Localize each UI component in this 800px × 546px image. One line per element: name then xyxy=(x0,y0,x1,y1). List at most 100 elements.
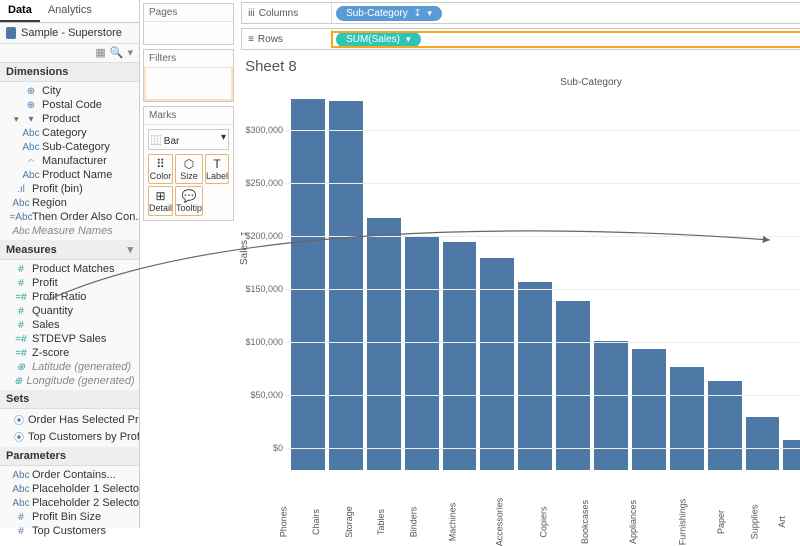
mark-card-label: Tooltip xyxy=(176,203,202,213)
dimensions-label: Dimensions xyxy=(6,66,68,78)
sets-list: ⦿Order Has Selected Pro...⦿Top Customers… xyxy=(0,409,139,447)
field-type-icon: 𝄐 xyxy=(24,156,38,167)
field-profit-bin-size[interactable]: #Profit Bin Size xyxy=(0,510,139,524)
search-icon[interactable]: 🔍 xyxy=(110,46,124,60)
field-stdevp-sales[interactable]: =# STDEVP Sales xyxy=(0,332,139,346)
field-label: Then Order Also Con... xyxy=(32,211,139,223)
view-grid-icon[interactable]: ▦ xyxy=(95,46,105,60)
field-latitude-generated[interactable]: ⊕Latitude (generated) xyxy=(0,360,139,374)
field-label: Measure Names xyxy=(32,225,113,237)
marks-type-select[interactable]: ⿲ Bar ▾ xyxy=(148,129,229,150)
field-label: Manufacturer xyxy=(42,155,107,167)
mark-color[interactable]: ⠿Color xyxy=(148,154,173,184)
field-placeholder-2-selector[interactable]: AbcPlaceholder 2 Selector xyxy=(0,496,139,510)
caret-icon[interactable]: ▾ xyxy=(14,114,22,125)
field-profit-bin[interactable]: .ılProfit (bin) xyxy=(0,182,139,196)
mark-card-label: Label xyxy=(206,171,228,181)
y-tick: $0 xyxy=(273,443,283,453)
bar-tables[interactable] xyxy=(405,237,439,470)
x-tick: Appliances xyxy=(628,500,684,544)
field-label: Profit Ratio xyxy=(32,291,86,303)
bar-supplies[interactable] xyxy=(746,417,780,470)
measures-header: Measures ▾ xyxy=(0,240,139,260)
cards-column: Pages Filters Marks ⿲ Bar ▾ ⠿Color⬡SizeT… xyxy=(140,0,237,528)
bar-art[interactable] xyxy=(783,440,800,470)
field-type-icon: =# xyxy=(14,348,28,359)
field-label: Latitude (generated) xyxy=(32,361,131,373)
field-quantity[interactable]: # Quantity xyxy=(0,304,139,318)
field-label: Quantity xyxy=(32,305,73,317)
bar-furnishings[interactable] xyxy=(670,367,704,470)
field-label: City xyxy=(42,85,61,97)
field-type-icon: # xyxy=(14,306,28,317)
bar-appliances[interactable] xyxy=(632,349,666,470)
pill-sum-sales[interactable]: SUM(Sales) ▾ xyxy=(336,32,420,47)
field-measure-names[interactable]: Abc Measure Names xyxy=(0,224,139,238)
data-pane: Data Analytics Sample - Superstore ▦ 🔍 ▾… xyxy=(0,0,140,528)
bar-copiers[interactable] xyxy=(556,301,590,470)
field-sales[interactable]: #Sales xyxy=(0,318,139,332)
field-label: Order Contains... xyxy=(32,469,116,481)
field-placeholder-1-selector[interactable]: AbcPlaceholder 1 Selector xyxy=(0,482,139,496)
field-top-customers-by-profit[interactable]: ⦿Top Customers by Profit xyxy=(0,428,139,445)
field-profit-ratio[interactable]: =#Profit Ratio xyxy=(0,290,139,304)
bar-accessories[interactable] xyxy=(518,282,552,470)
field-longitude-generated[interactable]: ⊕Longitude (generated) xyxy=(0,374,139,388)
field-then-order-also-con[interactable]: =Abc Then Order Also Con... xyxy=(0,210,139,224)
menu-caret-icon[interactable]: ▾ xyxy=(127,46,133,60)
bar-storage[interactable] xyxy=(367,218,401,470)
field-type-icon: # xyxy=(14,512,28,523)
chart-plot[interactable] xyxy=(285,88,800,470)
field-category[interactable]: AbcCategory xyxy=(0,126,139,140)
bar-binders[interactable] xyxy=(443,242,477,470)
mark-tooltip[interactable]: 💬Tooltip xyxy=(175,186,203,216)
chart-title: Sub-Category xyxy=(245,77,800,88)
field-type-icon: ⦿ xyxy=(14,412,24,427)
tooltip-icon: 💬 xyxy=(176,189,202,203)
field-label: STDEVP Sales xyxy=(32,333,106,345)
pill-dropdown-icon[interactable]: ▾ xyxy=(406,34,411,45)
mark-size[interactable]: ⬡Size xyxy=(175,154,203,184)
bar-chairs[interactable] xyxy=(329,101,363,470)
tab-analytics[interactable]: Analytics xyxy=(40,0,100,22)
field-type-icon: Abc xyxy=(14,226,28,237)
y-tick: $200,000 xyxy=(246,231,284,241)
pill-sub-category[interactable]: Sub-Category ↧ ▾ xyxy=(336,6,442,21)
field-order-has-selected-pro[interactable]: ⦿Order Has Selected Pro... xyxy=(0,411,139,428)
field-type-icon: ⦿ xyxy=(14,429,24,444)
marks-header: Marks xyxy=(144,107,233,125)
pages-card[interactable]: Pages xyxy=(143,3,234,45)
mark-label[interactable]: TLabel xyxy=(205,154,229,184)
field-product[interactable]: ▾▾Product xyxy=(0,112,139,126)
field-product-matches[interactable]: #Product Matches xyxy=(0,262,139,276)
pill-dropdown-icon[interactable]: ▾ xyxy=(427,8,432,19)
field-city[interactable]: ⊕City xyxy=(0,84,139,98)
field-type-icon: # xyxy=(14,320,28,331)
filters-card[interactable]: Filters xyxy=(143,49,234,102)
field-product-name[interactable]: AbcProduct Name xyxy=(0,168,139,182)
field-sub-category[interactable]: AbcSub-Category xyxy=(0,140,139,154)
field-region[interactable]: AbcRegion xyxy=(0,196,139,210)
sheet-title[interactable]: Sheet 8 xyxy=(245,58,800,75)
field-z-score[interactable]: =#Z-score xyxy=(0,346,139,360)
rows-shelf[interactable]: ≡Rows SUM(Sales) ▾ xyxy=(241,28,800,50)
field-postal-code[interactable]: ⊕Postal Code xyxy=(0,98,139,112)
field-type-icon: =# xyxy=(14,334,28,345)
field-manufacturer[interactable]: 𝄐 Manufacturer xyxy=(0,154,139,168)
datasource-row[interactable]: Sample - Superstore xyxy=(0,23,139,44)
tab-data[interactable]: Data xyxy=(0,0,40,22)
bar-phones[interactable] xyxy=(291,99,325,470)
pill-label: SUM(Sales) xyxy=(346,34,400,45)
field-top-customers[interactable]: #Top Customers xyxy=(0,524,139,538)
field-type-icon: =Abc xyxy=(14,212,28,223)
bar-bookcases[interactable] xyxy=(594,341,628,470)
mark-detail[interactable]: ⊞Detail xyxy=(148,186,173,216)
filters-header: Filters xyxy=(144,50,233,68)
field-profit[interactable]: #Profit xyxy=(0,276,139,290)
field-label: Profit xyxy=(32,277,58,289)
sort-descending-icon: ↧ xyxy=(414,8,422,19)
y-tick: $150,000 xyxy=(246,284,284,294)
field-order-contains[interactable]: AbcOrder Contains... xyxy=(0,468,139,482)
measures-collapse-icon[interactable]: ▾ xyxy=(127,243,133,256)
columns-shelf[interactable]: iiiColumns Sub-Category ↧ ▾ xyxy=(241,2,800,24)
